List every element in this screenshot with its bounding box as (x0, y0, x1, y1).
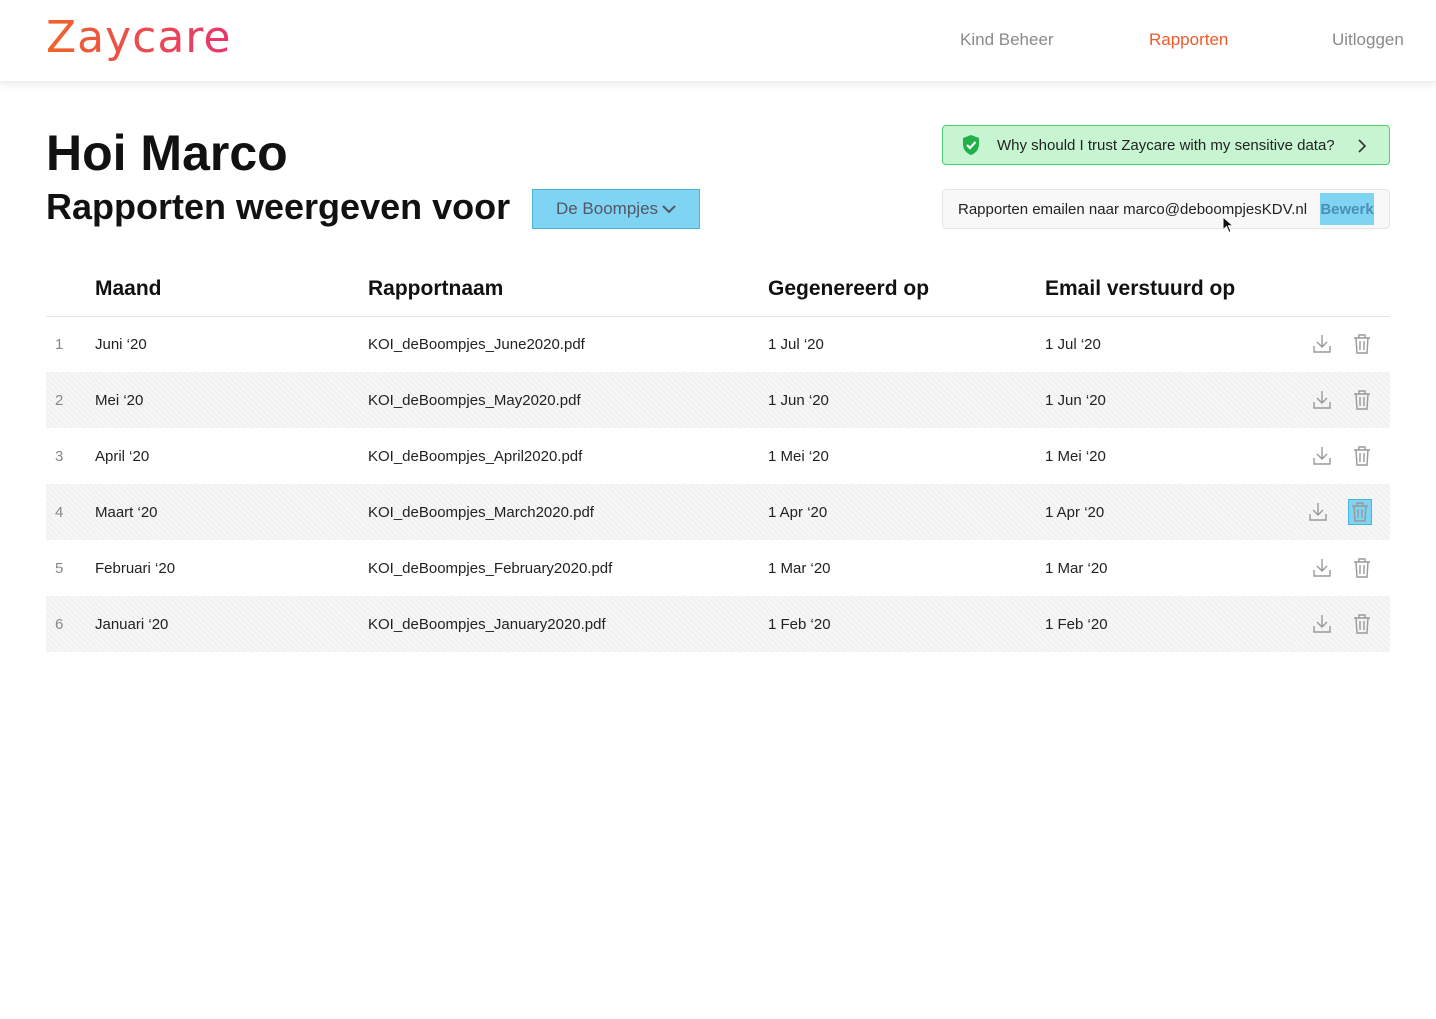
header-email-verstuurd[interactable]: Email verstuurd op (1045, 262, 1290, 317)
row-maand: Februari ‘20 (95, 559, 176, 577)
trash-icon[interactable] (1350, 501, 1370, 523)
trash-icon[interactable] (1352, 389, 1372, 411)
row-rapportnaam[interactable]: KOI_deBoompjes_June2020.pdf (368, 316, 768, 372)
chevron-down-icon (662, 205, 676, 214)
edit-email-button[interactable]: Bewerk (1320, 193, 1374, 225)
row-rapportnaam[interactable]: KOI_deBoompjes_April2020.pdf (368, 428, 768, 484)
nav-rapporten[interactable]: Rapporten (1149, 30, 1228, 50)
trust-banner-text: Why should I trust Zaycare with my sensi… (997, 136, 1335, 154)
row-action-icons (1290, 613, 1390, 635)
table-row: 4 Maart ‘20 KOI_deBoompjes_March2020.pdf 1 … (46, 484, 1390, 540)
nav-kind-beheer[interactable]: Kind Beheer (960, 30, 1054, 50)
row-email-verstuurd: 1 Apr ‘20 (1045, 484, 1290, 540)
download-icon[interactable] (1308, 501, 1328, 523)
row-maand: Mei ‘20 (95, 372, 368, 428)
row-gegenereerd: 1 Jun ‘20 (768, 372, 1045, 428)
trash-icon[interactable] (1352, 333, 1372, 355)
app-header: Zaycare Kind Beheer Rapporten Uitloggen (0, 0, 1436, 82)
row-email-verstuurd: 1 Jul ‘20 (1045, 335, 1101, 353)
download-icon[interactable] (1312, 613, 1332, 635)
row-index: 5 (55, 559, 64, 577)
trash-icon[interactable] (1352, 557, 1372, 579)
row-gegenereerd: 1 Mar ‘20 (768, 559, 831, 577)
row-email-verstuurd: 1 Mei ‘20 (1045, 447, 1106, 465)
row-index: 4 (46, 484, 95, 540)
row-maand: Juni ‘20 (95, 335, 147, 353)
table-header-row: Maand Rapportnaam Gegenereerd op Email v… (46, 262, 1390, 317)
zaycare-logo[interactable]: Zaycare (46, 12, 232, 63)
row-rapportnaam[interactable]: KOI_deBoompjes_March2020.pdf (368, 484, 768, 540)
location-dropdown-value: De Boompjes (555, 199, 659, 218)
row-rapportnaam[interactable]: KOI_deBoompjes_February2020.pdf (368, 540, 768, 596)
header-index (46, 262, 95, 317)
header-maand[interactable]: Maand (95, 262, 368, 317)
row-actions (1290, 316, 1390, 372)
row-action-icons (1290, 333, 1390, 355)
row-index: 2 (46, 372, 95, 428)
row-gegenereerd: 1 Mei ‘20 (768, 447, 829, 465)
row-actions (1290, 372, 1390, 428)
row-index: 1 (55, 335, 64, 353)
email-notice-text: Rapporten emailen naar marco@deboompjesK… (958, 200, 1308, 218)
shield-icon (963, 135, 979, 155)
header-rapportnaam[interactable]: Rapportnaam (368, 262, 768, 317)
row-action-icons (1290, 557, 1390, 579)
download-icon[interactable] (1312, 389, 1332, 411)
row-email-verstuurd: 1 Mar ‘20 (1045, 559, 1108, 577)
row-actions (1290, 596, 1390, 652)
row-actions (1290, 428, 1390, 484)
nav-uitloggen[interactable]: Uitloggen (1332, 30, 1404, 50)
row-index: 3 (55, 447, 64, 465)
row-index: 6 (46, 596, 95, 652)
row-maand: Januari ‘20 (95, 596, 368, 652)
trash-icon[interactable] (1352, 613, 1372, 635)
row-maand: Maart ‘20 (95, 484, 368, 540)
reports-table: Maand Rapportnaam Gegenereerd op Email v… (46, 262, 1390, 652)
table-row: 3 April ‘20 KOI_deBoompjes_April2020.pdf 1 … (46, 428, 1390, 484)
download-icon[interactable] (1312, 557, 1332, 579)
header-gegenereerd[interactable]: Gegenereerd op (768, 262, 1045, 317)
email-notice: Rapporten emailen naar marco@deboompjesK… (942, 189, 1390, 229)
row-email-verstuurd: 1 Feb ‘20 (1045, 596, 1290, 652)
row-gegenereerd: 1 Apr ‘20 (768, 484, 1045, 540)
row-actions (1290, 540, 1390, 596)
trash-highlight[interactable] (1348, 499, 1372, 525)
table-row: 2 Mei ‘20 KOI_deBoompjes_May2020.pdf 1 Jun … (46, 372, 1390, 428)
row-gegenereerd: 1 Jul ‘20 (768, 335, 824, 353)
table-row: 5 Februari ‘20 KOI_deBoompjes_February2020… (46, 540, 1390, 596)
header-actions (1290, 262, 1390, 317)
download-icon[interactable] (1312, 333, 1332, 355)
row-actions (1290, 484, 1390, 540)
row-action-icons (1290, 499, 1390, 525)
trust-banner[interactable]: Why should I trust Zaycare with my sensi… (942, 125, 1390, 165)
row-email-verstuurd: 1 Jun ‘20 (1045, 372, 1290, 428)
chevron-right-icon (1358, 139, 1367, 153)
download-icon[interactable] (1312, 445, 1332, 467)
row-rapportnaam[interactable]: KOI_deBoompjes_May2020.pdf (368, 372, 768, 428)
page-title: Hoi Marco (46, 125, 288, 181)
mouse-cursor-icon (1222, 216, 1234, 234)
row-action-icons (1290, 389, 1390, 411)
row-rapportnaam[interactable]: KOI_deBoompjes_January2020.pdf (368, 596, 768, 652)
page-subtitle: Rapporten weergeven voor (46, 186, 511, 227)
table-row: 6 Januari ‘20 KOI_deBoompjes_January2020.p… (46, 596, 1390, 652)
table-body: 1 Juni ‘20 KOI_deBoompjes_June2020.pdf 1 Ju… (46, 316, 1390, 652)
table-row: 1 Juni ‘20 KOI_deBoompjes_June2020.pdf 1 Ju… (46, 316, 1390, 372)
trash-icon[interactable] (1352, 445, 1372, 467)
row-gegenereerd: 1 Feb ‘20 (768, 596, 1045, 652)
row-maand: April ‘20 (95, 447, 150, 465)
row-action-icons (1290, 445, 1390, 467)
location-dropdown[interactable]: De Boompjes (532, 189, 700, 229)
